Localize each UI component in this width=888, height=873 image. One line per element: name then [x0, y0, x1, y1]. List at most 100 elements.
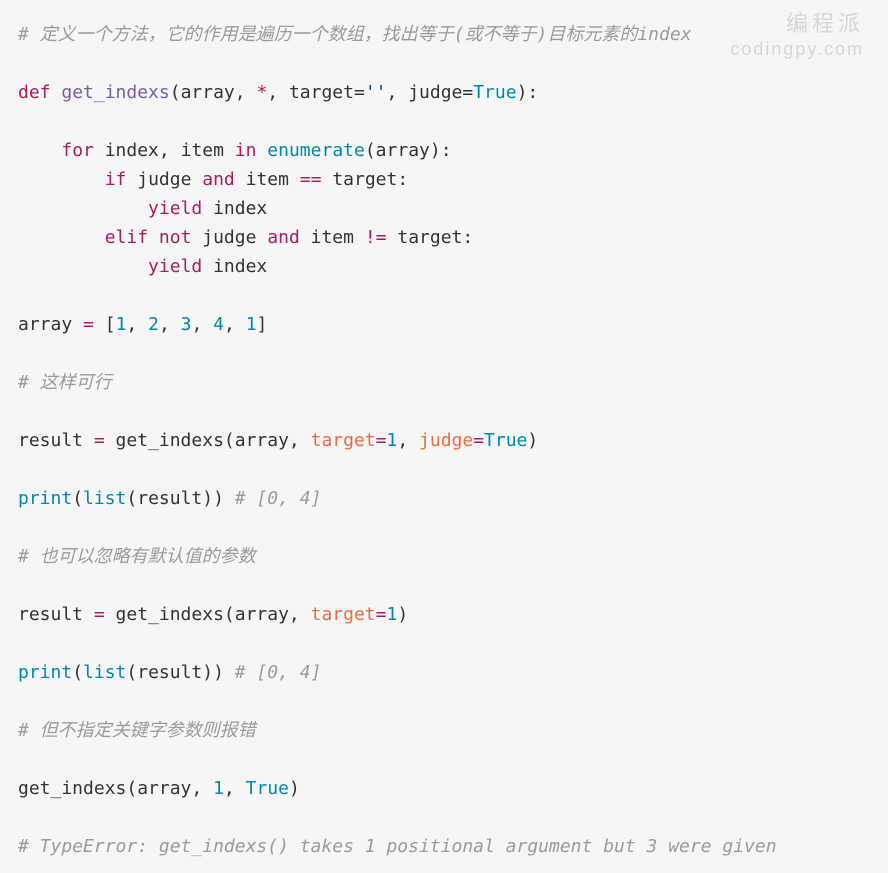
- code-token: 1: [213, 778, 224, 799]
- code-line: # 定义一个方法，它的作用是遍历一个数组，找出等于(或不等于)目标元素的inde…: [18, 24, 692, 45]
- code-line: get_indexs(array, 1, True): [18, 778, 300, 799]
- code-token: 4: [213, 314, 224, 335]
- code-token: print: [18, 488, 72, 509]
- code-line: elif not judge and item != target:: [18, 227, 473, 248]
- code-token: *: [256, 82, 267, 103]
- code-line: # TypeError: get_indexs() takes 1 positi…: [18, 836, 777, 857]
- code-token: def: [18, 82, 51, 103]
- code-line: result = get_indexs(array, target=1, jud…: [18, 430, 538, 451]
- code-token: [18, 227, 105, 248]
- code-token: 1: [116, 314, 127, 335]
- code-token: (: [72, 488, 83, 509]
- code-token: ]: [257, 314, 268, 335]
- code-block: # 定义一个方法，它的作用是遍历一个数组，找出等于(或不等于)目标元素的inde…: [0, 0, 888, 861]
- code-token: ):: [517, 82, 539, 103]
- code-token: ): [289, 778, 300, 799]
- code-line: # 这样可行: [18, 372, 112, 393]
- code-token: if: [105, 169, 127, 190]
- code-token: list: [83, 662, 126, 683]
- code-token: item: [300, 227, 365, 248]
- code-token: 1: [386, 430, 397, 451]
- code-token: !=: [365, 227, 387, 248]
- code-token: judge: [126, 169, 202, 190]
- code-token: ,: [126, 314, 148, 335]
- code-token: ): [397, 604, 408, 625]
- code-token: print: [18, 662, 72, 683]
- code-token: get_indexs: [61, 82, 169, 103]
- code-token: [18, 198, 148, 219]
- code-line: # 但不指定关键字参数则报错: [18, 720, 256, 741]
- code-line: for index, item in enumerate(array):: [18, 140, 452, 161]
- code-token: index: [202, 198, 267, 219]
- code-token: [: [94, 314, 116, 335]
- code-token: elif: [105, 227, 148, 248]
- code-token: ): [527, 430, 538, 451]
- code-token: [18, 140, 61, 161]
- code-token: =: [376, 604, 387, 625]
- code-token: # TypeError: get_indexs() takes 1 positi…: [18, 836, 777, 857]
- code-token: 2: [148, 314, 159, 335]
- code-token: (result)): [126, 488, 234, 509]
- code-token: True: [246, 778, 289, 799]
- code-token: [148, 227, 159, 248]
- code-token: list: [83, 488, 126, 509]
- code-token: target:: [387, 227, 474, 248]
- code-line: result = get_indexs(array, target=1): [18, 604, 408, 625]
- code-line: # 也可以忽略有默认值的参数: [18, 546, 256, 567]
- code-line: print(list(result)) # [0, 4]: [18, 662, 321, 683]
- code-token: ==: [300, 169, 322, 190]
- code-token: =: [94, 604, 105, 625]
- code-token: get_indexs(array,: [105, 430, 311, 451]
- code-token: '': [365, 82, 387, 103]
- code-token: [18, 256, 148, 277]
- code-token: (array):: [365, 140, 452, 161]
- code-token: # 定义一个方法，它的作用是遍历一个数组，找出等于(或不等于)目标元素的inde…: [18, 24, 692, 45]
- code-token: [51, 82, 62, 103]
- code-token: index, item: [94, 140, 235, 161]
- code-token: (array,: [170, 82, 257, 103]
- code-token: ,: [159, 314, 181, 335]
- code-token: , judge=: [387, 82, 474, 103]
- code-token: array: [18, 314, 83, 335]
- code-token: ,: [224, 778, 246, 799]
- code-token: True: [484, 430, 527, 451]
- code-line: print(list(result)) # [0, 4]: [18, 488, 321, 509]
- code-token: enumerate: [267, 140, 365, 161]
- code-token: # [0, 4]: [235, 662, 322, 683]
- code-token: in: [235, 140, 257, 161]
- code-token: get_indexs(array,: [18, 778, 213, 799]
- code-token: =: [376, 430, 387, 451]
- code-token: ,: [191, 314, 213, 335]
- code-token: index: [202, 256, 267, 277]
- code-token: 1: [246, 314, 257, 335]
- code-token: ,: [397, 430, 419, 451]
- code-line: def get_indexs(array, *, target='', judg…: [18, 82, 538, 103]
- code-token: , target=: [267, 82, 365, 103]
- code-token: for: [61, 140, 94, 161]
- code-token: judge: [191, 227, 267, 248]
- code-line: yield index: [18, 198, 267, 219]
- code-line: if judge and item == target:: [18, 169, 408, 190]
- code-token: # 也可以忽略有默认值的参数: [18, 546, 256, 567]
- code-token: item: [235, 169, 300, 190]
- code-line: array = [1, 2, 3, 4, 1]: [18, 314, 267, 335]
- code-token: 3: [181, 314, 192, 335]
- code-line: yield index: [18, 256, 267, 277]
- code-token: yield: [148, 198, 202, 219]
- code-token: [256, 140, 267, 161]
- code-token: (result)): [126, 662, 234, 683]
- code-token: =: [83, 314, 94, 335]
- code-token: ,: [224, 314, 246, 335]
- code-token: (: [72, 662, 83, 683]
- code-token: 1: [386, 604, 397, 625]
- code-token: get_indexs(array,: [105, 604, 311, 625]
- code-token: target:: [321, 169, 408, 190]
- code-token: result: [18, 604, 94, 625]
- code-token: target: [311, 604, 376, 625]
- code-token: judge: [419, 430, 473, 451]
- code-token: =: [473, 430, 484, 451]
- code-token: # 但不指定关键字参数则报错: [18, 720, 256, 741]
- code-token: # [0, 4]: [235, 488, 322, 509]
- code-token: and: [202, 169, 235, 190]
- code-token: result: [18, 430, 94, 451]
